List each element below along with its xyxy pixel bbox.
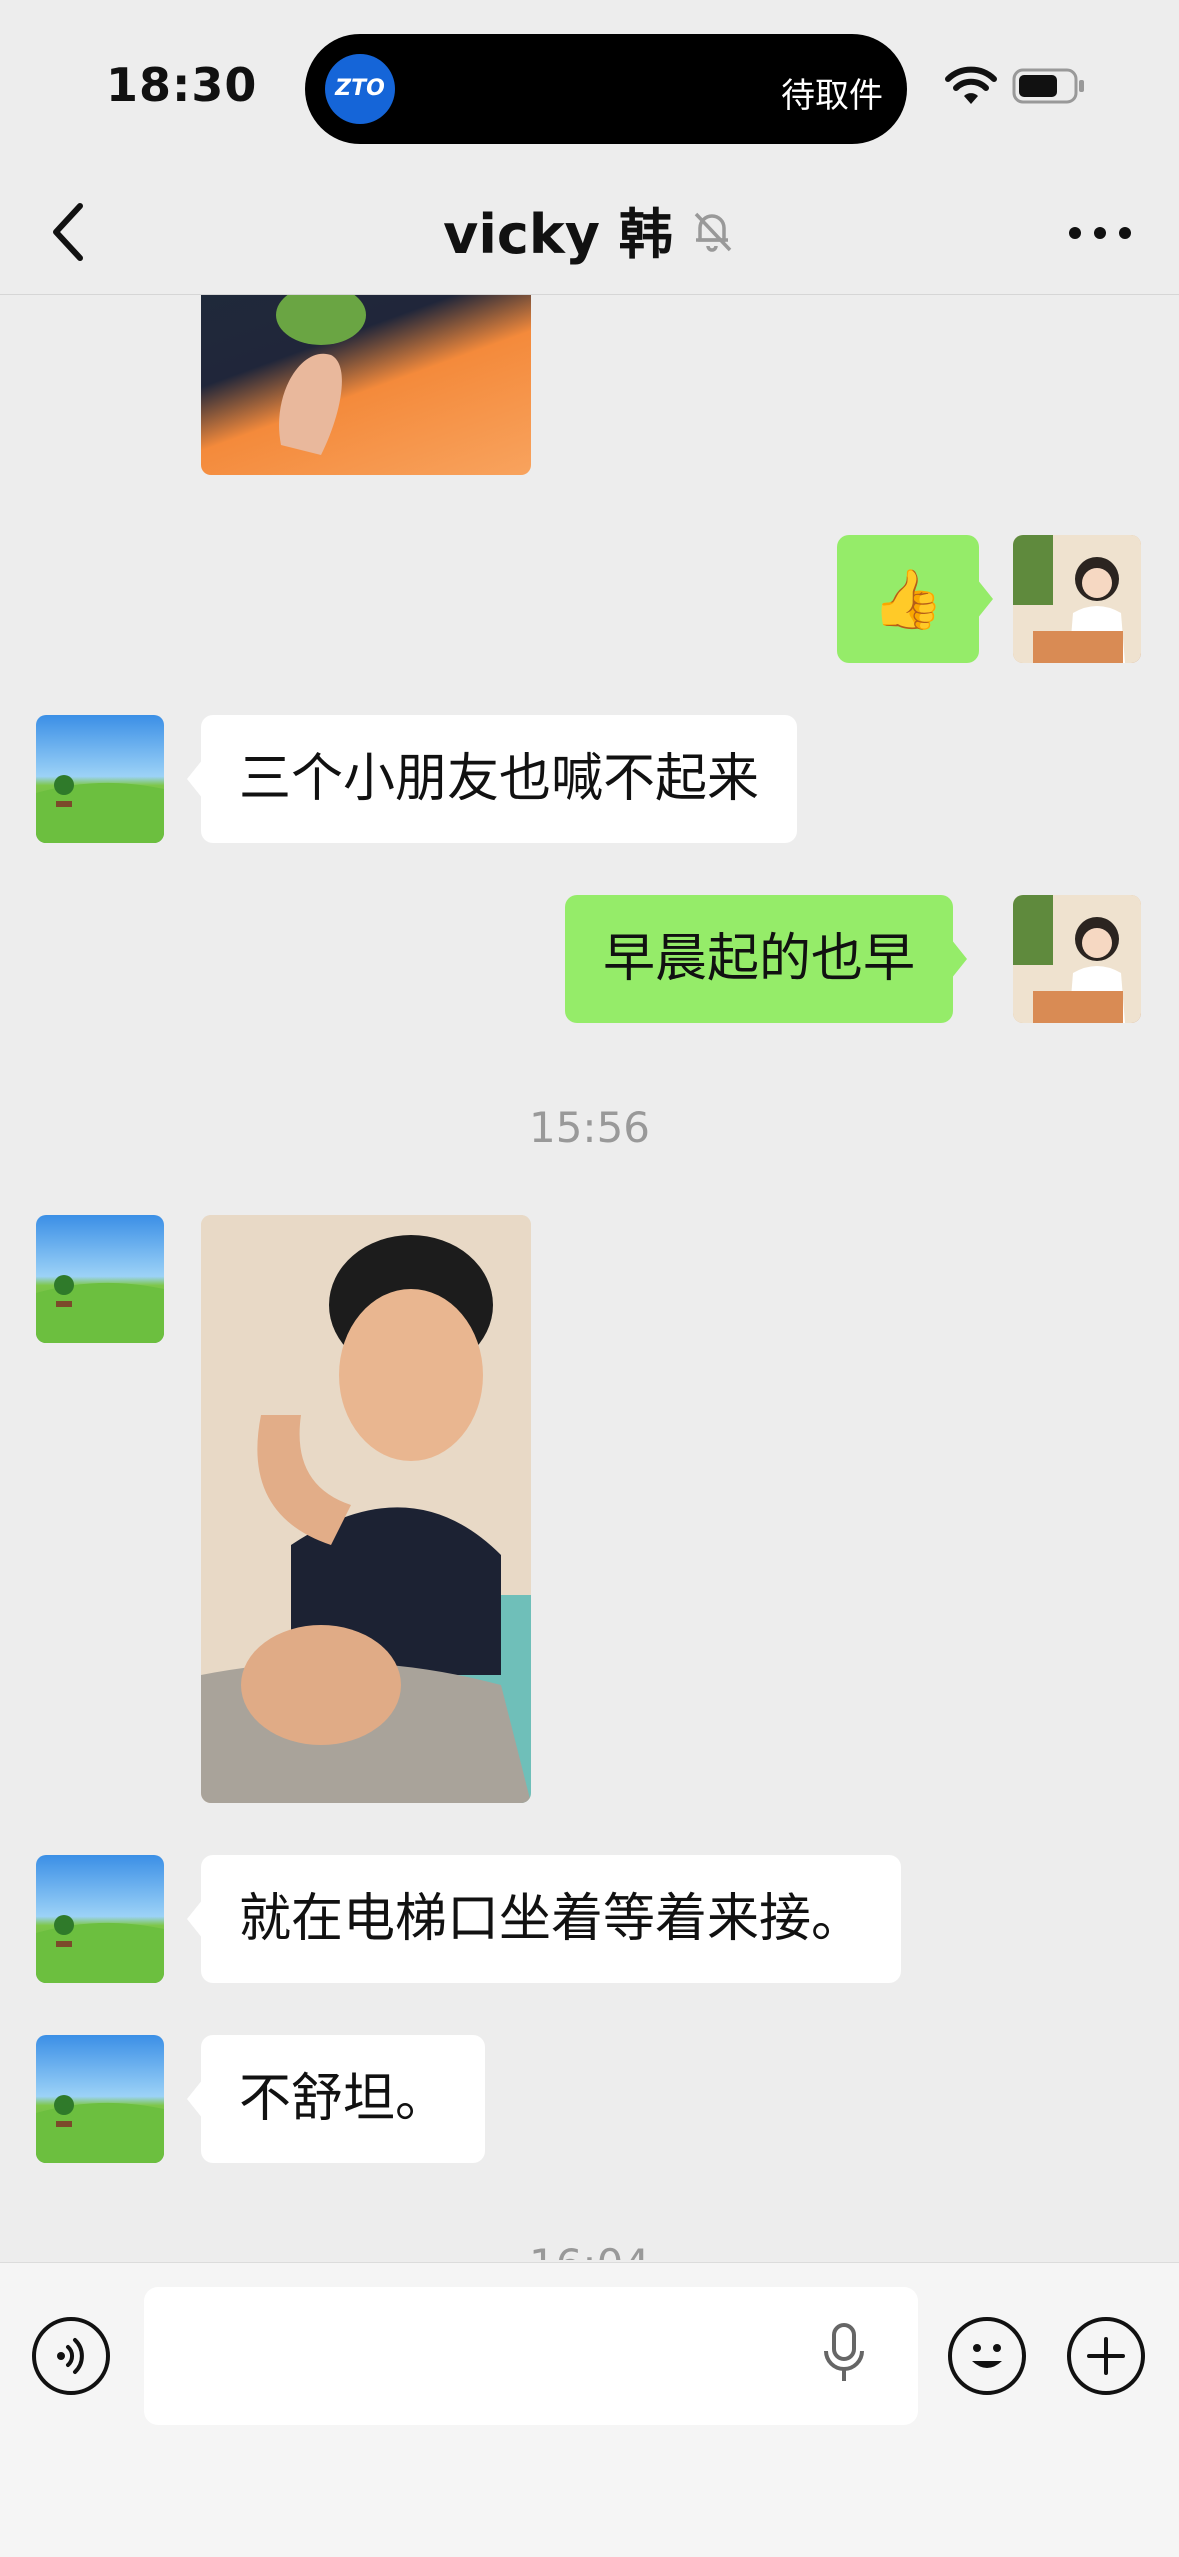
contact-avatar[interactable] (36, 1855, 164, 1983)
voice-waves-icon (57, 2338, 84, 2374)
wifi-icon (945, 66, 997, 104)
thumbs-up-emoji: 👍 (871, 565, 945, 633)
my-avatar[interactable] (1013, 895, 1141, 1023)
contact-avatar[interactable] (36, 715, 164, 843)
dynamic-island[interactable]: ZTO 待取件 (305, 34, 907, 144)
timestamp: 16:04 (0, 2240, 1179, 2260)
battery-icon (1012, 68, 1084, 104)
microphone-icon[interactable] (822, 2321, 866, 2385)
contact-avatar[interactable] (36, 2035, 164, 2163)
girl-illustration-icon (1013, 535, 1141, 663)
plus-sign-icon (1087, 2337, 1125, 2375)
input-bar (0, 2262, 1179, 2557)
ellipsis-icon[interactable] (1065, 208, 1135, 258)
photo-message[interactable] (201, 295, 531, 475)
landscape-avatar-icon (36, 1275, 164, 1343)
emoji-icon[interactable] (948, 2317, 1026, 2395)
landscape-avatar-icon (36, 1915, 164, 1983)
message-bubble-received[interactable]: 三个小朋友也喊不起来 (186, 715, 798, 843)
child-photo-icon (201, 1215, 531, 1803)
photo-content-icon (276, 295, 366, 455)
girl-illustration-icon (1013, 895, 1141, 1023)
landscape-avatar-icon (36, 2095, 164, 2163)
contact-avatar[interactable] (36, 1215, 164, 1343)
chat-title: vicky 韩 (443, 203, 673, 266)
landscape-avatar-icon (36, 775, 164, 843)
photo-message[interactable] (201, 1215, 531, 1803)
message-bubble-received[interactable]: 不舒坦。 (186, 2035, 486, 2163)
smiley-face-icon (972, 2344, 1002, 2368)
message-input[interactable] (144, 2287, 918, 2425)
status-time: 18:30 (106, 58, 258, 112)
bell-slash-icon (694, 212, 732, 252)
message-bubble-sent[interactable]: 👍 (837, 535, 993, 663)
message-bubble-sent[interactable]: 早晨起的也早 (565, 895, 968, 1023)
message-list[interactable]: 👍 三个小朋友也喊不起来 早晨起的也早 15:56 就在电梯口坐着等着来接。 不… (0, 295, 1179, 2260)
plus-icon[interactable] (1067, 2317, 1145, 2395)
my-avatar[interactable] (1013, 535, 1141, 663)
timestamp: 15:56 (528, 1103, 651, 1152)
zto-logo-icon: ZTO (325, 54, 395, 124)
voice-icon[interactable] (32, 2317, 110, 2395)
chat-header: vicky 韩 (0, 170, 1179, 295)
status-bar: 18:30 ZTO 待取件 (0, 0, 1179, 170)
island-label: 待取件 (781, 76, 883, 116)
message-bubble-received[interactable]: 就在电梯口坐着等着来接。 (186, 1855, 902, 1983)
